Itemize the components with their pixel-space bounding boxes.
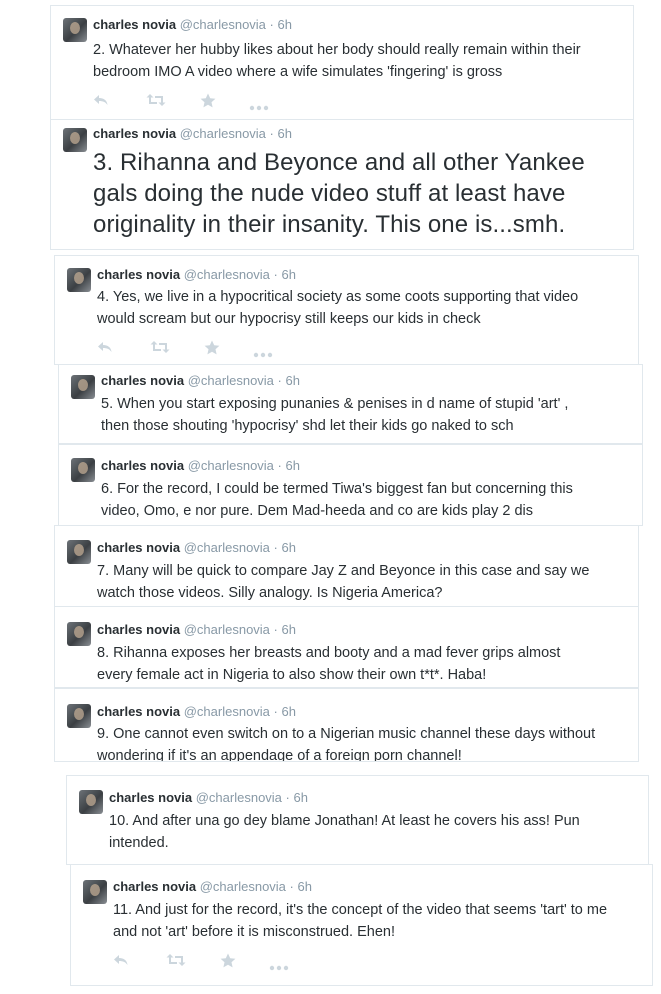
tweet-header: charles novia @charlesnovia · 6h [113,879,312,895]
tweet-header: charles novia @charlesnovia · 6h [97,540,296,556]
author-handle[interactable]: @charlesnovia [184,540,270,555]
avatar[interactable] [71,375,95,399]
tweet-text: 3. Rihanna and Beyonce and all other Yan… [93,149,585,238]
avatar[interactable] [67,540,91,564]
author-handle[interactable]: @charlesnovia [180,17,266,32]
avatar[interactable] [83,880,107,904]
separator: · [273,622,278,637]
tweet-text: 5. When you start exposing punanies & pe… [101,396,569,434]
timestamp[interactable]: 6h [286,458,300,473]
timestamp[interactable]: 6h [282,540,296,555]
author-handle[interactable]: @charlesnovia [184,704,270,719]
avatar[interactable] [79,790,103,814]
star-icon[interactable] [200,93,216,113]
tweet-header: charles novia @charlesnovia · 6h [97,622,296,638]
tweet-header: charles novia @charlesnovia · 6h [97,704,296,720]
author-name[interactable]: charles novia [113,879,196,894]
author-name[interactable]: charles novia [101,458,184,473]
author-name[interactable]: charles novia [97,540,180,555]
tweet-card[interactable]: charles novia @charlesnovia · 6h 6. For … [58,444,643,526]
author-handle[interactable]: @charlesnovia [184,622,270,637]
tweet-header: charles novia @charlesnovia · 6h [97,267,296,283]
star-icon[interactable] [220,953,236,973]
timestamp[interactable]: 6h [282,704,296,719]
timestamp[interactable]: 6h [278,17,292,32]
reply-icon[interactable] [97,340,113,359]
retweet-icon[interactable] [146,93,166,112]
separator: · [285,790,290,805]
timestamp[interactable]: 6h [298,879,312,894]
avatar[interactable] [67,268,91,292]
author-name[interactable]: charles novia [93,126,176,141]
author-handle[interactable]: @charlesnovia [200,879,286,894]
star-icon[interactable] [204,340,220,360]
avatar[interactable] [63,18,87,42]
tweet-actions [97,340,317,359]
author-name[interactable]: charles novia [97,704,180,719]
author-name[interactable]: charles novia [97,267,180,282]
tweet-text: 9. One cannot even switch on to a Nigeri… [97,726,596,762]
separator: · [277,458,282,473]
tweet-text: 11. And just for the record, it's the co… [113,902,608,940]
tweet-card[interactable]: charles novia @charlesnovia · 6h 7. Many… [54,525,639,607]
tweet-text: 8. Rihanna exposes her breasts and booty… [97,645,561,683]
avatar[interactable] [63,128,87,152]
tweet-text: 4. Yes, we live in a hypocritical societ… [97,289,579,327]
separator: · [269,17,274,32]
author-handle[interactable]: @charlesnovia [180,126,266,141]
avatar[interactable] [71,458,95,482]
separator: · [273,704,278,719]
tweet-header: charles novia @charlesnovia · 6h [93,17,292,33]
separator: · [277,373,282,388]
tweet-card[interactable]: charles novia @charlesnovia · 6h 5. When… [58,364,643,444]
separator: · [269,126,274,141]
tweet-text: 10. And after una go dey blame Jonathan!… [109,813,580,851]
timestamp[interactable]: 6h [282,622,296,637]
tweet-header: charles novia @charlesnovia · 6h [93,126,292,142]
tweet-actions [93,93,313,112]
separator: · [273,540,278,555]
author-handle[interactable]: @charlesnovia [196,790,282,805]
tweet-card[interactable]: charles novia @charlesnovia · 6h 3. Riha… [50,120,634,250]
timestamp[interactable]: 6h [294,790,308,805]
author-name[interactable]: charles novia [93,17,176,32]
author-handle[interactable]: @charlesnovia [188,458,274,473]
reply-icon[interactable] [113,953,129,972]
tweet-card[interactable]: charles novia @charlesnovia · 6h 4. Yes,… [54,255,639,365]
avatar[interactable] [67,622,91,646]
avatar[interactable] [67,704,91,728]
more-icon[interactable] [269,958,289,976]
author-name[interactable]: charles novia [109,790,192,805]
tweet-header: charles novia @charlesnovia · 6h [101,458,300,474]
tweet-actions [113,953,333,972]
tweet-card[interactable]: charles novia @charlesnovia · 6h 10. And… [66,775,649,865]
reply-icon[interactable] [93,93,109,112]
separator: · [273,267,278,282]
timestamp[interactable]: 6h [286,373,300,388]
timestamp[interactable]: 6h [282,267,296,282]
tweet-text: 6. For the record, I could be termed Tiw… [101,481,573,519]
tweet-card[interactable]: charles novia @charlesnovia · 6h 11. And… [70,864,653,986]
more-icon[interactable] [253,345,273,363]
tweet-header: charles novia @charlesnovia · 6h [101,373,300,389]
tweet-card[interactable]: charles novia @charlesnovia · 6h 2. What… [50,5,634,120]
author-handle[interactable]: @charlesnovia [188,373,274,388]
tweet-header: charles novia @charlesnovia · 6h [109,790,308,806]
separator: · [289,879,294,894]
more-icon[interactable] [249,98,269,116]
author-name[interactable]: charles novia [101,373,184,388]
tweet-text: 7. Many will be quick to compare Jay Z a… [97,563,590,601]
retweet-icon[interactable] [150,340,170,359]
tweet-text: 2. Whatever her hubby likes about her bo… [93,42,581,80]
retweet-icon[interactable] [166,953,186,972]
tweet-card[interactable]: charles novia @charlesnovia · 6h 8. Riha… [54,606,639,688]
timestamp[interactable]: 6h [278,126,292,141]
author-handle[interactable]: @charlesnovia [184,267,270,282]
author-name[interactable]: charles novia [97,622,180,637]
tweet-card[interactable]: charles novia @charlesnovia · 6h 9. One … [54,688,639,762]
